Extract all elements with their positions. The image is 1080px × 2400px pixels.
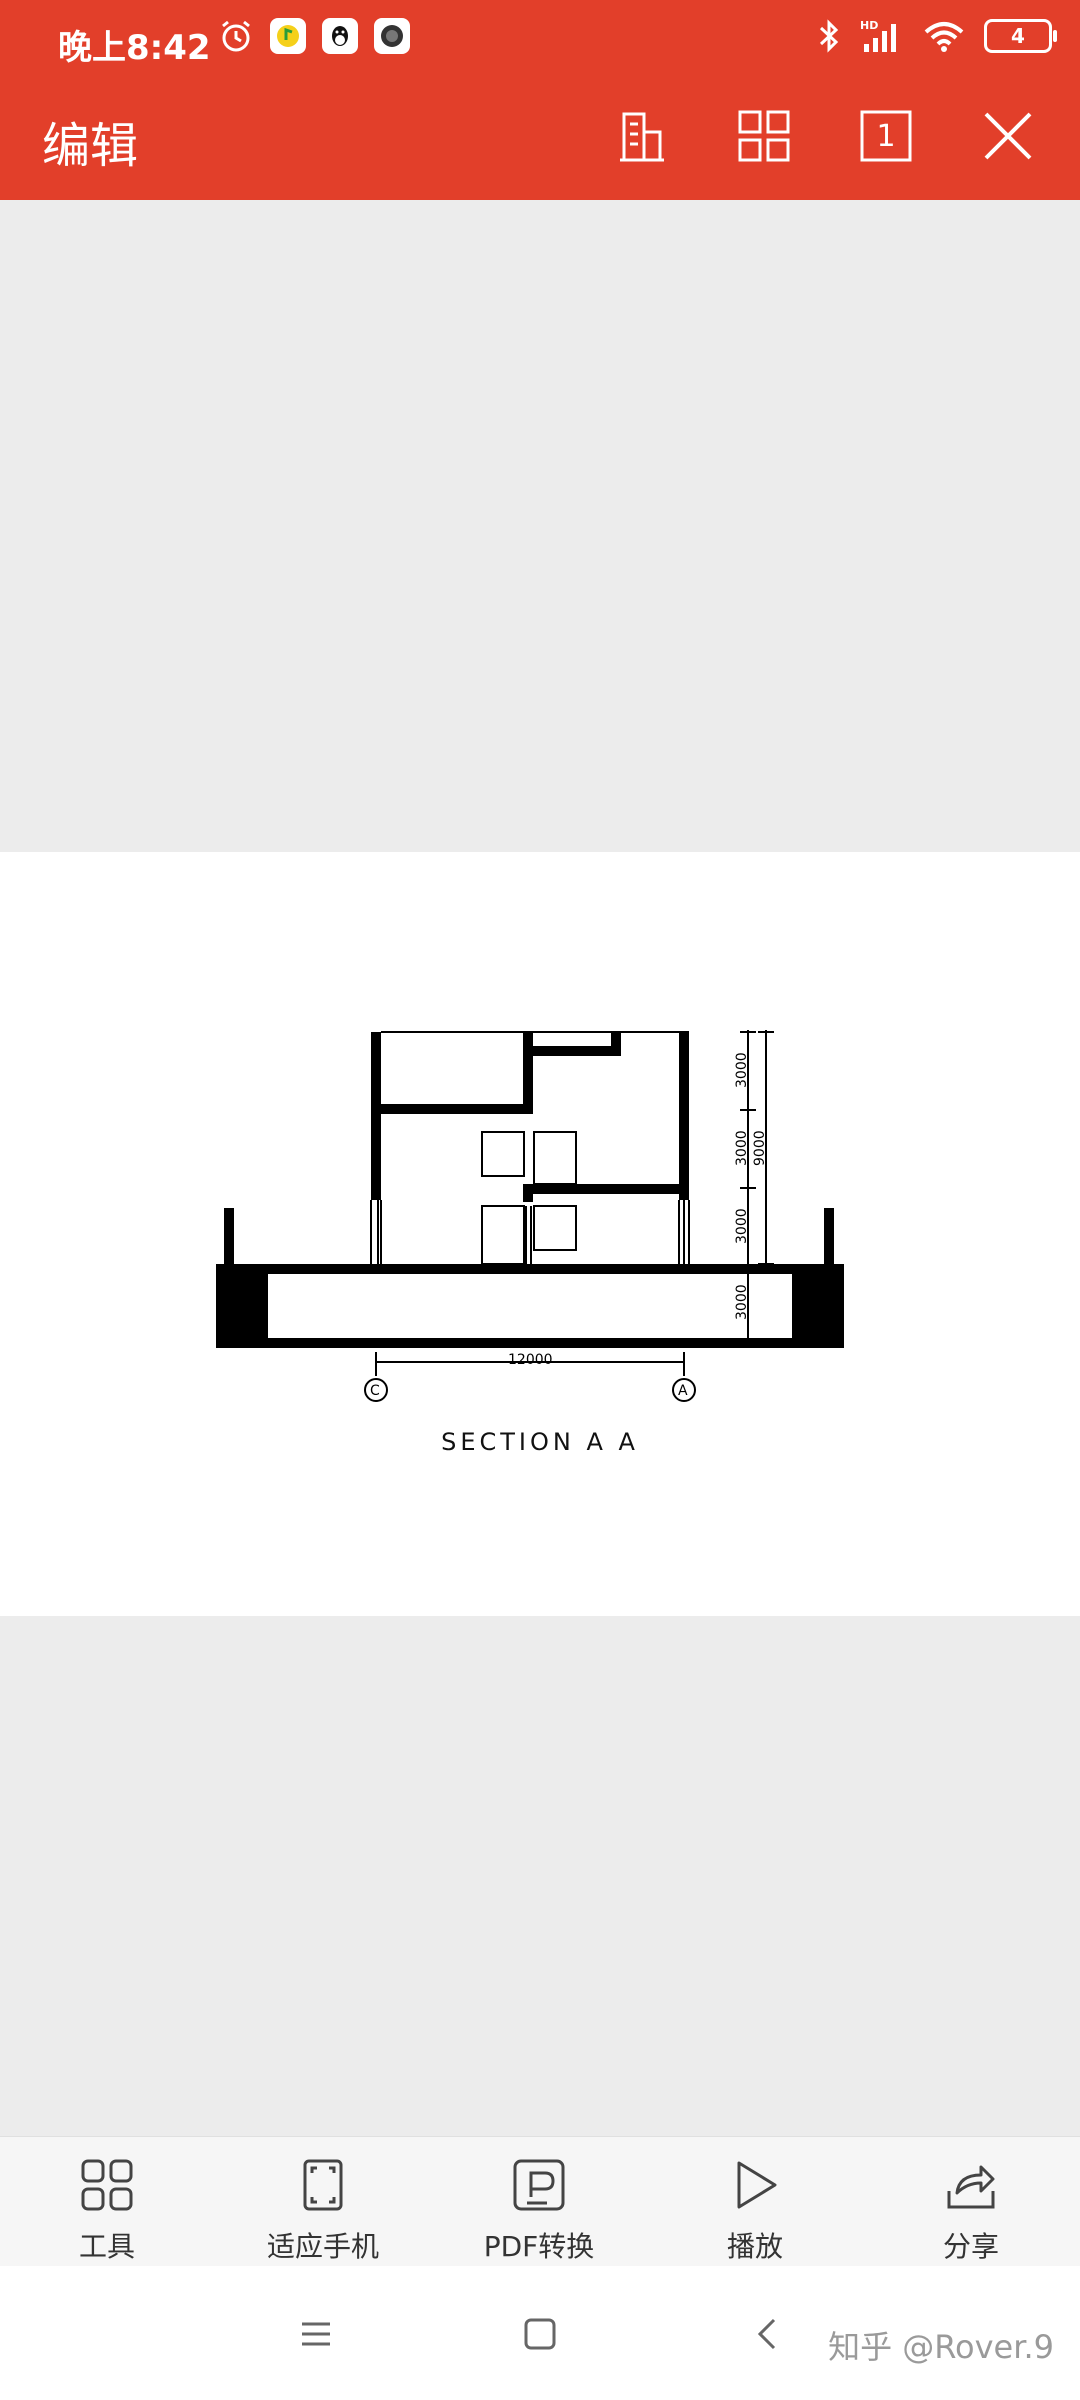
dim-label-4: 3000 (734, 1284, 750, 1320)
tools-button[interactable]: 工具 (22, 2153, 192, 2265)
play-button[interactable]: 播放 (670, 2153, 840, 2265)
dim-label-1: 3000 (734, 1052, 750, 1088)
slab-left (216, 1264, 268, 1348)
play-label: 播放 (726, 2230, 783, 2263)
parapet-right (824, 1208, 834, 1264)
share-button[interactable]: 分享 (886, 2153, 1056, 2265)
bottom-toolbar: 工具 适应手机 PDF转换 播放 分享 (0, 2136, 1080, 2267)
dim-label-3: 3000 (734, 1208, 750, 1244)
window-right (678, 1200, 690, 1264)
opening-1 (481, 1131, 525, 1177)
slab-right (792, 1264, 844, 1348)
wall-mid-lower (523, 1184, 533, 1202)
dim-label-total: 9000 (752, 1130, 768, 1166)
floor-1 (371, 1104, 531, 1114)
floor-2 (523, 1184, 689, 1194)
pdf-convert-button[interactable]: PDF转换 (454, 2153, 624, 2265)
opening-4 (533, 1205, 577, 1251)
grid-label-right: A (678, 1383, 688, 1399)
tools-icon (22, 2153, 192, 2217)
fit-screen-icon (238, 2153, 408, 2217)
section-drawing: 3000 3000 3000 3000 9000 12000 C A (216, 1030, 844, 1402)
dim-label-horizontal: 12000 (508, 1352, 553, 1368)
back-icon[interactable] (744, 2310, 792, 2358)
window-left (370, 1200, 382, 1264)
parapet-left (224, 1208, 234, 1264)
home-icon[interactable] (516, 2310, 564, 2358)
opening-3 (481, 1205, 525, 1265)
dim-label-2: 3000 (734, 1130, 750, 1166)
mid-post-lower (525, 1206, 532, 1264)
play-icon (670, 2153, 840, 2217)
pdf-convert-icon (454, 2153, 624, 2217)
wall-mid-upper (523, 1032, 533, 1114)
floor-upper (533, 1046, 621, 1056)
fit-screen-button[interactable]: 适应手机 (238, 2153, 408, 2265)
wall-left (371, 1032, 381, 1200)
wall-right (679, 1032, 689, 1200)
share-label: 分享 (942, 2230, 999, 2263)
share-icon (886, 2153, 1056, 2217)
navigation-bar: 知乎 @Rover.9 (0, 2266, 1080, 2400)
upper-post (611, 1032, 621, 1056)
watermark: 知乎 @Rover.9 (828, 2328, 1054, 2366)
section-title: SECTION A A (441, 1428, 639, 1456)
tools-label: 工具 (78, 2230, 135, 2263)
grid-label-left: C (370, 1383, 380, 1399)
pdf-convert-label: PDF转换 (483, 2230, 595, 2263)
menu-icon[interactable] (292, 2310, 340, 2358)
opening-2 (533, 1131, 577, 1185)
fit-screen-label: 适应手机 (266, 2230, 379, 2263)
